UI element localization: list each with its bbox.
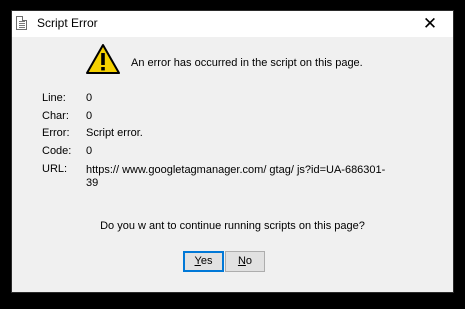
close-icon: ✕: [422, 14, 438, 33]
warning-icon: [86, 44, 120, 74]
no-mnemonic: N: [237, 255, 246, 267]
char-value: 0: [86, 110, 93, 122]
title-bar[interactable]: Script Error ✕: [12, 11, 453, 37]
yes-button[interactable]: Yes: [183, 251, 224, 272]
script-error-dialog: Script Error ✕ An error has occurred in …: [11, 10, 454, 293]
window-title: Script Error: [37, 16, 98, 30]
continue-question: Do you w ant to continue running scripts…: [100, 220, 365, 232]
code-label: Code:: [42, 145, 72, 157]
close-button[interactable]: ✕: [407, 11, 453, 37]
url-label: URL:: [42, 163, 68, 175]
line-label: Line:: [42, 92, 66, 104]
char-label: Char:: [42, 110, 69, 122]
no-button[interactable]: No: [225, 251, 265, 272]
yes-label-rest: es: [200, 255, 213, 267]
url-value: https:// www.googletagmanager.com/ gtag/…: [86, 164, 386, 189]
document-icon: [16, 16, 27, 30]
line-value: 0: [86, 92, 93, 104]
error-label: Error:: [42, 127, 70, 139]
code-value: 0: [86, 145, 93, 157]
no-label-rest: o: [245, 255, 253, 267]
error-headline: An error has occurred in the script on t…: [131, 57, 363, 69]
error-value: Script error.: [86, 127, 143, 139]
